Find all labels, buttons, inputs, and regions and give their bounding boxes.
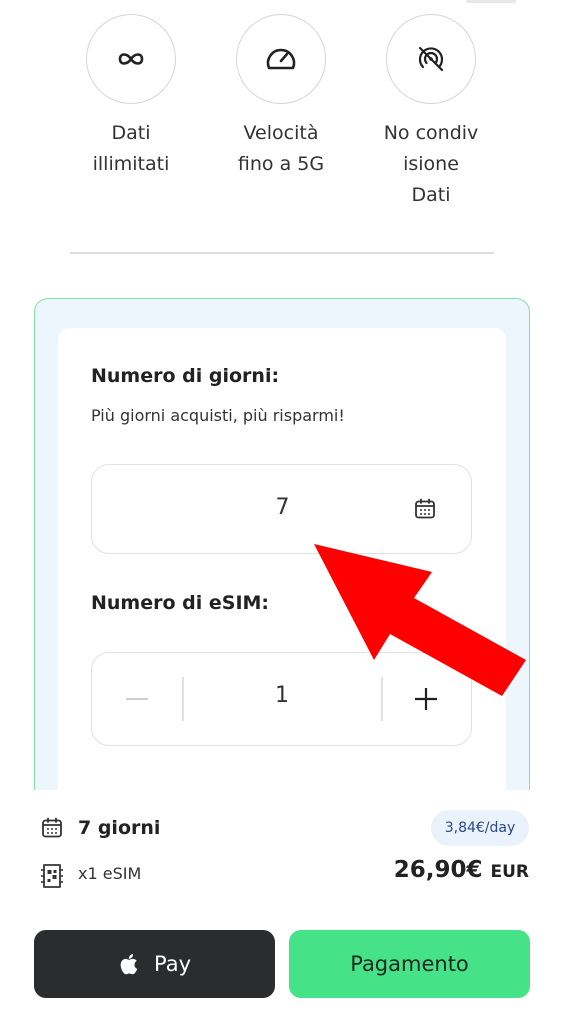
per-day-badge: 3,84€/day [431, 810, 529, 846]
feature-unlimited-data: Dati illimitati [56, 14, 206, 180]
no-hotspot-icon [386, 14, 476, 104]
feature-label-line: Dati [111, 122, 151, 144]
days-title: Numero di giorni: [91, 365, 280, 387]
apple-icon [120, 954, 138, 975]
divider [70, 252, 494, 254]
esim-title: Numero di eSIM: [91, 592, 270, 614]
infinity-icon [86, 14, 176, 104]
price-value: 26,90€ [393, 857, 483, 883]
apple-pay-label: Pay [153, 952, 192, 976]
esim-quantity-stepper: 1 [91, 652, 472, 746]
speedometer-icon [236, 14, 326, 104]
feature-label-line: illimitati [92, 153, 170, 175]
decrement-button[interactable] [92, 653, 182, 745]
days-picker-field[interactable]: 7 [91, 464, 472, 554]
days-subtitle: Più giorni acquisti, più risparmi! [91, 406, 345, 425]
feature-label-line: isione [403, 153, 459, 175]
calendar-icon[interactable] [411, 495, 439, 523]
days-value: 7 [275, 495, 290, 520]
summary-days: 7 giorni [78, 817, 161, 839]
checkout-label: Pagamento [350, 952, 469, 976]
checkout-button[interactable]: Pagamento [289, 930, 530, 998]
calendar-icon [40, 816, 64, 840]
feature-no-sharing: No condiv isione Dati [356, 14, 506, 211]
apple-pay-button[interactable]: Pay [34, 930, 275, 998]
summary-esim: x1 eSIM [78, 864, 142, 883]
esim-count: 1 [275, 683, 289, 708]
price-currency: EUR [490, 862, 529, 882]
increment-button[interactable] [381, 653, 471, 745]
feature-5g-speed: Velocità fino a 5G [206, 14, 356, 180]
feature-label-line: Dati [411, 184, 451, 206]
feature-label-line: No condiv [383, 122, 479, 144]
feature-label-line: fino a 5G [237, 153, 325, 175]
total-price: 26,90€ EUR [394, 857, 529, 883]
sim-card-icon [40, 863, 64, 888]
feature-label-line: Velocità [243, 122, 319, 144]
features-row: Dati illimitati Velocità fino a 5G No co… [0, 14, 563, 214]
top-edge-fragment [466, 0, 516, 3]
